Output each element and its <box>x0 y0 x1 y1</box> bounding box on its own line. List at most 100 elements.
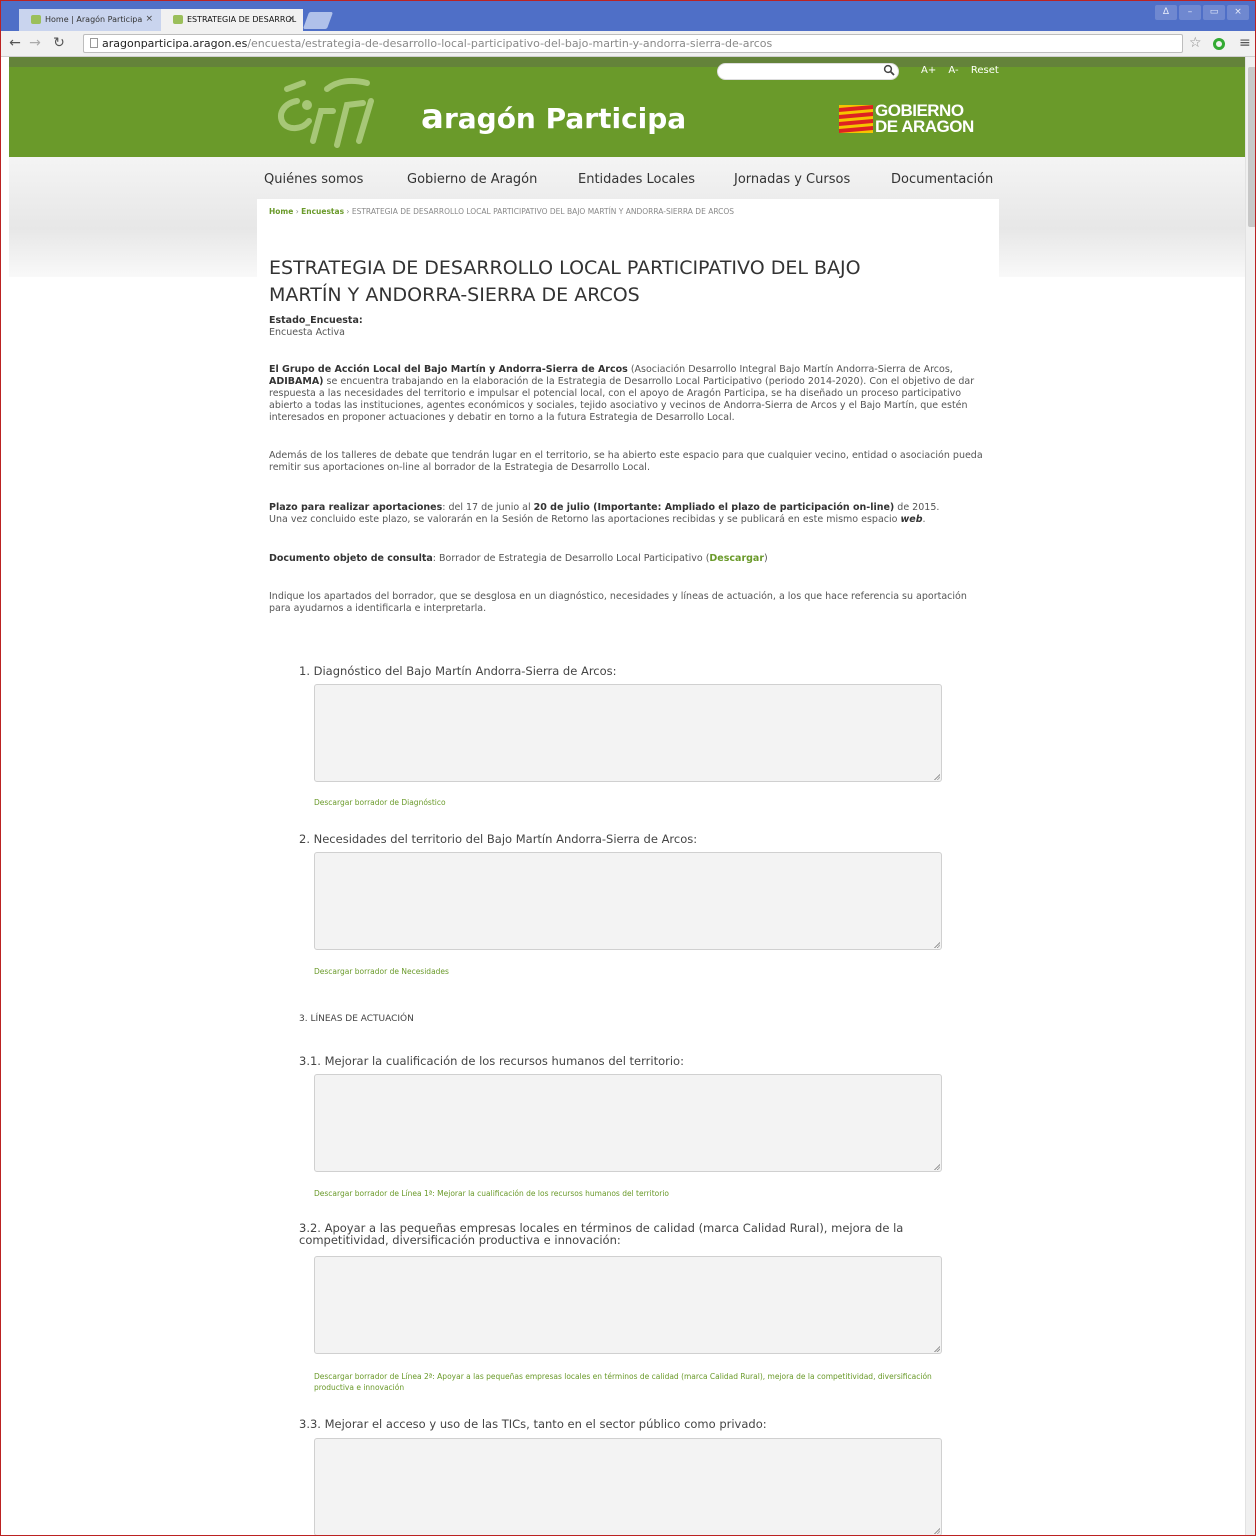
tab-label: ESTRATEGIA DE DESARROL <box>187 15 297 24</box>
indique-paragraph: Indique los apartados del borrador, que … <box>269 591 967 614</box>
doc-text: : Borrador de Estrategia de Desarrollo L… <box>432 553 710 564</box>
reload-icon[interactable]: ↻ <box>51 36 67 50</box>
site-title[interactable]: aragón Participa <box>421 97 686 137</box>
breadcrumb: Home › Encuestas › ESTRATEGIA DE DESARRO… <box>269 207 734 216</box>
plazo-bold: 20 de julio (Importante: Ampliado el pla… <box>533 502 895 513</box>
doc-close: ) <box>764 553 768 564</box>
tab-home[interactable]: Home | Aragón Participa × <box>19 9 161 31</box>
question-3-1-textarea[interactable] <box>314 1074 942 1172</box>
main-nav: Quiénes somos Gobierno de Aragón Entidad… <box>264 172 999 194</box>
favicon-icon <box>31 15 41 24</box>
font-size-controls: A+ A- Reset <box>921 65 1008 76</box>
breadcrumb-current: ESTRATEGIA DE DESARROLLO LOCAL PARTICIPA… <box>351 207 735 216</box>
menu-icon[interactable]: ≡ <box>1239 35 1251 51</box>
page-viewport: A+ A- Reset aragón Participa GOBIERNO DE… <box>9 57 1245 1535</box>
address-bar[interactable]: aragonparticipa.aragon.es/encuesta/estra… <box>83 34 1183 53</box>
question-2-label: 2. Necesidades del territorio del Bajo M… <box>299 832 698 846</box>
scrollbar-thumb[interactable] <box>1248 67 1255 227</box>
download-linea-1-link[interactable]: Descargar borrador de Línea 1ª: Mejorar … <box>314 1188 954 1199</box>
page-icon <box>90 38 98 48</box>
documento-paragraph: Documento objeto de consulta: Borrador d… <box>269 553 989 565</box>
nav-item-gobierno[interactable]: Gobierno de Aragón <box>407 172 537 187</box>
browser-window: Home | Aragón Participa × ESTRATEGIA DE … <box>0 0 1256 1536</box>
doc-label: Documento objeto de consulta <box>269 553 433 564</box>
intro-rest: se encuentra trabajando en la elaboració… <box>269 376 975 423</box>
tab-encuesta[interactable]: ESTRATEGIA DE DESARROL × <box>161 9 303 31</box>
page-scrollbar[interactable] <box>1245 57 1255 1535</box>
intro-adibama: ADIBAMA) <box>269 376 324 387</box>
site-title-initial: a <box>421 97 444 137</box>
plazo-line-2: Una vez concluido este plazo, se valorar… <box>269 514 901 525</box>
close-window-button[interactable]: × <box>1227 5 1249 20</box>
plazo-paragraph: Plazo para realizar aportaciones: del 17… <box>269 502 989 526</box>
nav-item-documentacion[interactable]: Documentación <box>891 172 993 187</box>
font-reset-button[interactable]: Reset <box>971 65 999 76</box>
site-title-rest: ragón Participa <box>443 102 687 135</box>
forward-icon[interactable]: → <box>27 36 43 50</box>
header-top-strip <box>9 57 1245 67</box>
nav-item-quienes-somos[interactable]: Quiénes somos <box>264 172 363 187</box>
breadcrumb-sep: › <box>344 207 352 216</box>
close-tab-icon[interactable]: × <box>145 14 153 24</box>
plazo-text-1: : del 17 de junio al <box>442 502 534 513</box>
bookmark-star-icon[interactable]: ☆ <box>1189 35 1202 51</box>
page-title-line-2: MARTÍN Y ANDORRA-SIERRA DE ARCOS <box>269 284 640 306</box>
status-value: Encuesta Activa <box>269 327 345 338</box>
page-title-line-1: ESTRATEGIA DE DESARROLLO LOCAL PARTICIPA… <box>269 257 861 279</box>
search-icon[interactable] <box>883 64 895 76</box>
question-1-label: 1. Diagnóstico del Bajo Martín Andorra-S… <box>299 664 617 678</box>
site-search-input[interactable] <box>717 63 899 80</box>
question-3-3-textarea[interactable] <box>314 1438 942 1535</box>
resize-grip-icon[interactable] <box>933 1163 940 1170</box>
download-linea-2-link[interactable]: Descargar borrador de Línea 2ª: Apoyar a… <box>314 1371 954 1393</box>
url-host: aragonparticipa.aragon.es <box>102 37 248 50</box>
intro-paren: (Asociación Desarrollo Integral Bajo Mar… <box>627 364 953 375</box>
nav-item-jornadas[interactable]: Jornadas y Cursos <box>734 172 850 187</box>
back-icon[interactable]: ← <box>7 36 23 50</box>
tab-label: Home | Aragón Participa <box>45 15 143 24</box>
window-controls: Δ – ▭ × <box>1155 5 1249 21</box>
page-title: ESTRATEGIA DE DESARROLLO LOCAL PARTICIPA… <box>269 255 989 309</box>
close-tab-icon[interactable]: × <box>287 14 295 24</box>
plazo-text-2: de 2015. <box>894 502 940 513</box>
question-3-2-label: 3.2. Apoyar a las pequeñas empresas loca… <box>299 1221 904 1247</box>
aragon-participa-logo-icon[interactable] <box>267 71 397 151</box>
new-tab-button[interactable] <box>302 12 334 29</box>
font-smaller-button[interactable]: A- <box>948 65 958 76</box>
question-1-textarea[interactable] <box>314 684 942 782</box>
plazo-end: . <box>922 514 926 525</box>
question-3-3-label: 3.3. Mejorar el acceso y uso de las TICs… <box>299 1417 767 1431</box>
gov-logo-text: GOBIERNO DE ARAGON <box>875 102 974 136</box>
intro-bold: El Grupo de Acción Local del Bajo Martín… <box>269 364 628 375</box>
profile-button[interactable]: Δ <box>1155 5 1177 20</box>
question-2-textarea[interactable] <box>314 852 942 950</box>
talleres-paragraph: Además de los talleres de debate que ten… <box>269 450 983 473</box>
download-diagnostico-link[interactable]: Descargar borrador de Diagnóstico <box>314 797 954 808</box>
nav-item-entidades[interactable]: Entidades Locales <box>578 172 695 187</box>
gov-line-2: DE ARAGON <box>875 117 974 136</box>
question-3-2-textarea[interactable] <box>314 1256 942 1354</box>
maximize-button[interactable]: ▭ <box>1203 5 1225 20</box>
resize-grip-icon[interactable] <box>933 941 940 948</box>
download-necesidades-link[interactable]: Descargar borrador de Necesidades <box>314 966 954 977</box>
section-3-heading: 3. LÍNEAS DE ACTUACIÓN <box>299 1014 414 1024</box>
browser-toolbar: ← → ↻ aragonparticipa.aragon.es/encuesta… <box>1 31 1255 57</box>
resize-grip-icon[interactable] <box>933 773 940 780</box>
minimize-button[interactable]: – <box>1179 5 1201 20</box>
breadcrumb-encuestas[interactable]: Encuestas <box>301 207 344 216</box>
url-path: /encuesta/estrategia-de-desarrollo-local… <box>247 37 773 50</box>
gobierno-aragon-logo[interactable]: GOBIERNO DE ARAGON <box>839 102 989 137</box>
aragon-flag-icon <box>839 105 873 133</box>
resize-grip-icon[interactable] <box>933 1345 940 1352</box>
intro-paragraph: El Grupo de Acción Local del Bajo Martín… <box>269 364 989 424</box>
resize-grip-icon[interactable] <box>933 1527 940 1534</box>
main-content: Home › Encuestas › ESTRATEGIA DE DESARRO… <box>257 199 999 1535</box>
question-3-1-label: 3.1. Mejorar la cualificación de los rec… <box>299 1054 684 1068</box>
breadcrumb-home[interactable]: Home <box>269 207 293 216</box>
favicon-icon <box>173 15 183 24</box>
descargar-link[interactable]: Descargar <box>709 553 764 564</box>
extension-icon[interactable] <box>1213 38 1225 50</box>
breadcrumb-sep: › <box>293 207 302 216</box>
plazo-label: Plazo para realizar aportaciones <box>269 502 443 513</box>
font-larger-button[interactable]: A+ <box>921 65 936 76</box>
